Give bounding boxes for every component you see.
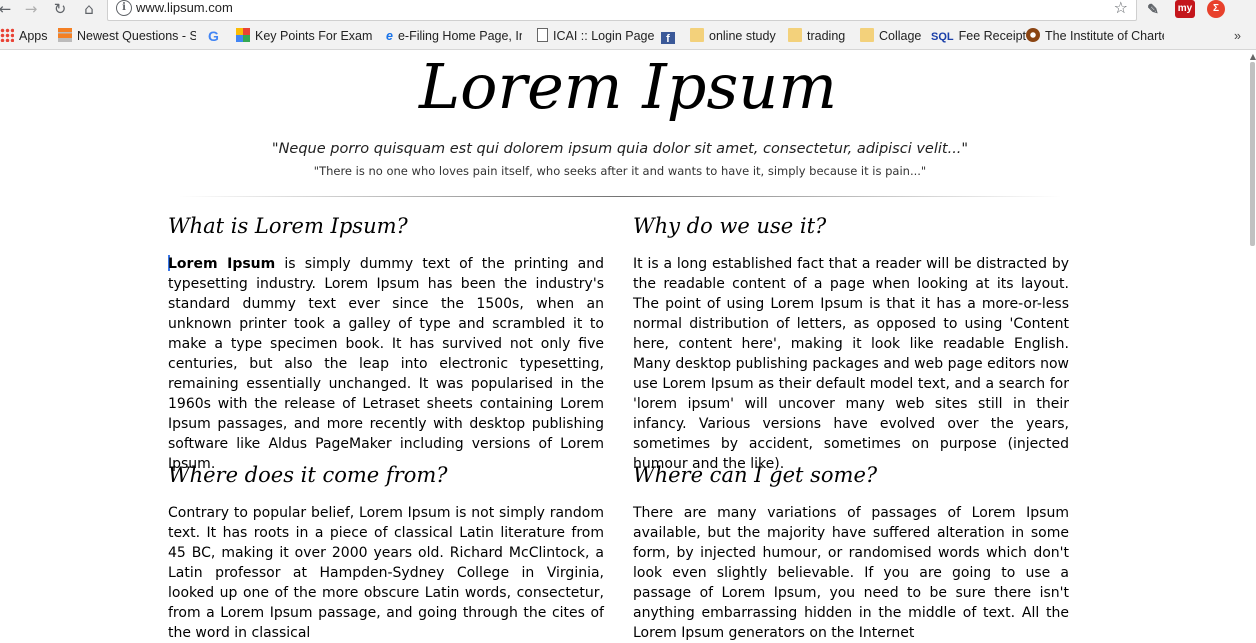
folder-icon (788, 28, 802, 42)
bookmark-online-study[interactable]: online study (690, 28, 776, 44)
bookmark-facebook[interactable]: f (661, 28, 680, 44)
folder-icon (860, 28, 874, 42)
bold-term: Lorem Ipsum (168, 256, 276, 272)
eyedropper-extension-icon[interactable]: ✎ (1143, 0, 1163, 18)
sql-icon: SQL (931, 31, 954, 43)
bookmark-institute[interactable]: The Institute of Charte (1026, 28, 1164, 44)
back-arrow-icon[interactable]: ← (0, 0, 14, 18)
section-heading: Why do we use it? (633, 214, 827, 238)
facebook-icon: f (661, 32, 675, 44)
google-icon: G (208, 28, 219, 44)
info-icon[interactable]: i (116, 0, 132, 16)
section-heading: Where does it come from? (168, 463, 448, 487)
divider (178, 196, 1062, 197)
my-extension-icon[interactable]: my (1175, 0, 1195, 18)
bookmark-key-points[interactable]: Key Points For Exam p (236, 28, 374, 44)
section-why-use: Why do we use it? It is a long establish… (633, 212, 1069, 474)
apps-grid-icon (0, 28, 14, 42)
page-icon (537, 28, 548, 42)
section-body: Lorem Ipsum is simply dummy text of the … (168, 255, 604, 472)
section-heading: What is Lorem Ipsum? (168, 214, 408, 238)
bookmark-newest-questions[interactable]: Newest Questions - St (58, 28, 196, 44)
bookmarks-bar: Apps Newest Questions - St G Key Points … (0, 22, 1256, 50)
bookmark-google[interactable]: G (208, 28, 219, 44)
quote-latin: "Neque porro quisquam est qui dolorem ip… (271, 141, 969, 157)
section-where-get: Where can I get some? There are many var… (633, 461, 1069, 643)
bookmark-efiling[interactable]: e e-Filing Home Page, In (386, 28, 522, 44)
bookmark-star-icon[interactable]: ☆ (1114, 0, 1128, 17)
bookmark-collage[interactable]: Collage (860, 28, 921, 44)
more-bookmarks-chevron-icon[interactable]: » (1234, 28, 1241, 44)
bookmark-fee-receipt[interactable]: SQL Fee Receipt (931, 28, 1026, 44)
section-where-from: Where does it come from? Contrary to pop… (168, 461, 604, 643)
site-logo[interactable]: Lorem Ipsum (0, 50, 1256, 123)
address-bar[interactable]: i www.lipsum.com ☆ (107, 0, 1137, 21)
folder-icon (690, 28, 704, 42)
section-body: It is a long established fact that a rea… (633, 256, 1069, 472)
bookmark-icai-login[interactable]: ICAI :: Login Page (537, 28, 654, 44)
home-icon[interactable]: ⌂ (80, 0, 98, 18)
bookmark-apps[interactable]: Apps (0, 28, 48, 44)
quote-english: "There is no one who loves pain itself, … (313, 164, 927, 178)
forward-arrow-icon[interactable]: → (22, 0, 40, 18)
bookmark-trading[interactable]: trading (788, 28, 845, 44)
institute-icon (1026, 28, 1040, 42)
grid-icon (236, 28, 250, 42)
browser-toolbar: ← → ↻ ⌂ i www.lipsum.com ☆ ✎ my Σ (0, 0, 1256, 22)
section-heading: Where can I get some? (633, 463, 878, 487)
section-body: There are many variations of passages of… (633, 505, 1069, 641)
ie-icon: e (386, 29, 393, 43)
section-body: Contrary to popular belief, Lorem Ipsum … (168, 505, 604, 641)
stackexchange-icon (58, 28, 72, 42)
sigma-extension-icon[interactable]: Σ (1207, 0, 1225, 18)
section-what-is: What is Lorem Ipsum? Lorem Ipsum is simp… (168, 212, 604, 474)
url-text[interactable]: www.lipsum.com (136, 0, 233, 15)
reload-icon[interactable]: ↻ (51, 0, 69, 18)
